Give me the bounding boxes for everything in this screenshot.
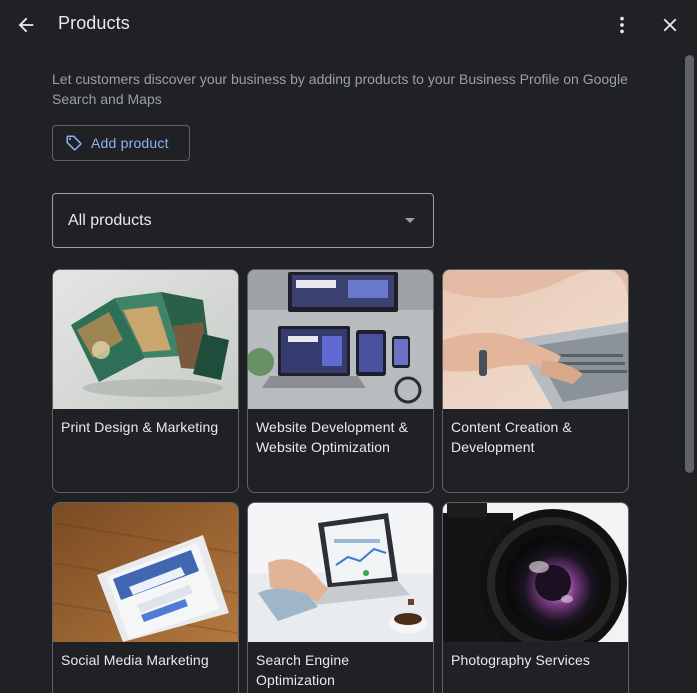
- dialog-header: Products: [0, 0, 697, 50]
- product-name: Content Creation & Development: [451, 419, 572, 455]
- scrollbar[interactable]: [683, 50, 697, 693]
- close-icon: [663, 18, 677, 32]
- product-card-content-creation[interactable]: Content Creation & Development: [442, 269, 629, 493]
- back-button[interactable]: [8, 7, 44, 43]
- product-image-brochure: [53, 270, 238, 409]
- product-image-phone: [53, 503, 238, 642]
- product-name: Print Design & Marketing: [61, 419, 219, 435]
- product-card-photography[interactable]: Photography Services: [442, 502, 629, 693]
- add-product-button[interactable]: Add product: [52, 125, 190, 161]
- more-vert-icon: [620, 16, 624, 34]
- product-name: Search Engine Optimization: [256, 652, 350, 688]
- product-image-laptop-analytics: [248, 503, 433, 642]
- page-title: Products: [58, 13, 130, 33]
- intro-text: Let customers discover your business by …: [52, 71, 628, 107]
- products-dialog: Products Let customers discover your bus…: [0, 0, 697, 693]
- product-image-typing: [443, 270, 628, 409]
- product-card-web-development[interactable]: Website Development & Website Optimizati…: [247, 269, 434, 493]
- product-name: Photography Services: [451, 652, 590, 668]
- scrollbar-thumb[interactable]: [685, 55, 694, 473]
- product-image-devices: [248, 270, 433, 409]
- arrow-back-icon: [18, 17, 34, 33]
- tag-icon: [65, 134, 83, 152]
- dropdown-arrow-icon: [405, 218, 415, 223]
- product-card-social-media[interactable]: Social Media Marketing: [52, 502, 239, 693]
- more-options-button[interactable]: [604, 7, 640, 43]
- product-image-camera: [443, 503, 628, 642]
- product-card-seo[interactable]: Search Engine Optimization: [247, 502, 434, 693]
- product-name: Website Development & Website Optimizati…: [256, 419, 409, 455]
- product-filter-select[interactable]: All products: [52, 193, 434, 248]
- filter-selected-value: All products: [68, 211, 152, 229]
- add-product-label: Add product: [91, 135, 169, 151]
- close-button[interactable]: [652, 7, 688, 43]
- product-card-print-design[interactable]: Print Design & Marketing: [52, 269, 239, 493]
- product-name: Social Media Marketing: [61, 652, 209, 668]
